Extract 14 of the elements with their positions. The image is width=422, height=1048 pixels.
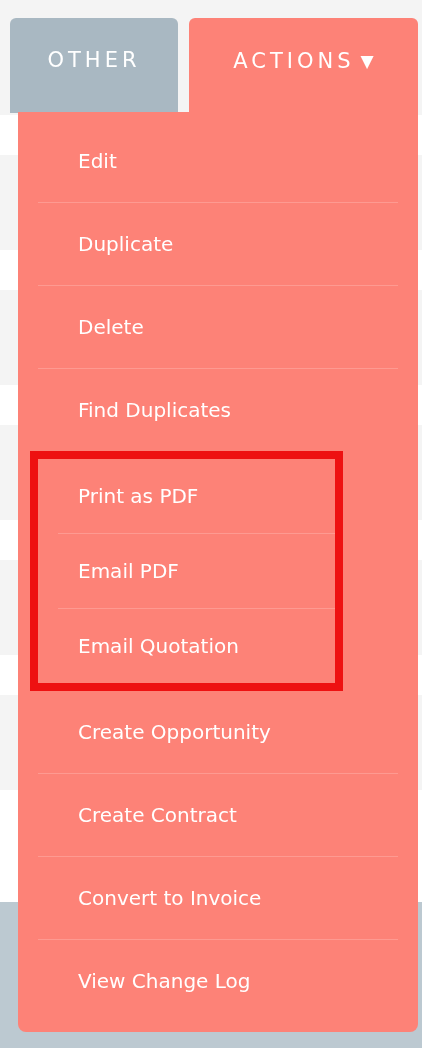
menu-item[interactable]: Duplicate bbox=[18, 203, 418, 285]
menu-item[interactable]: View Change Log bbox=[18, 940, 418, 1022]
caret-icon: ▼ bbox=[360, 48, 374, 75]
menu-item[interactable]: Email PDF bbox=[38, 534, 335, 608]
menu-item[interactable]: Email Quotation bbox=[38, 609, 335, 683]
menu-item[interactable]: Print as PDF bbox=[38, 459, 335, 533]
menu-item[interactable]: Convert to Invoice bbox=[18, 857, 418, 939]
menu-item[interactable]: Create Opportunity bbox=[18, 691, 418, 773]
menu-item[interactable]: Edit bbox=[18, 120, 418, 202]
menu-item[interactable]: Create Contract bbox=[18, 774, 418, 856]
tab[interactable]: ACTIONS ▼ bbox=[189, 18, 418, 115]
tab[interactable]: OTHER bbox=[10, 18, 178, 113]
menu-item[interactable]: Find Duplicates bbox=[18, 369, 418, 451]
menu-item[interactable]: Delete bbox=[18, 286, 418, 368]
